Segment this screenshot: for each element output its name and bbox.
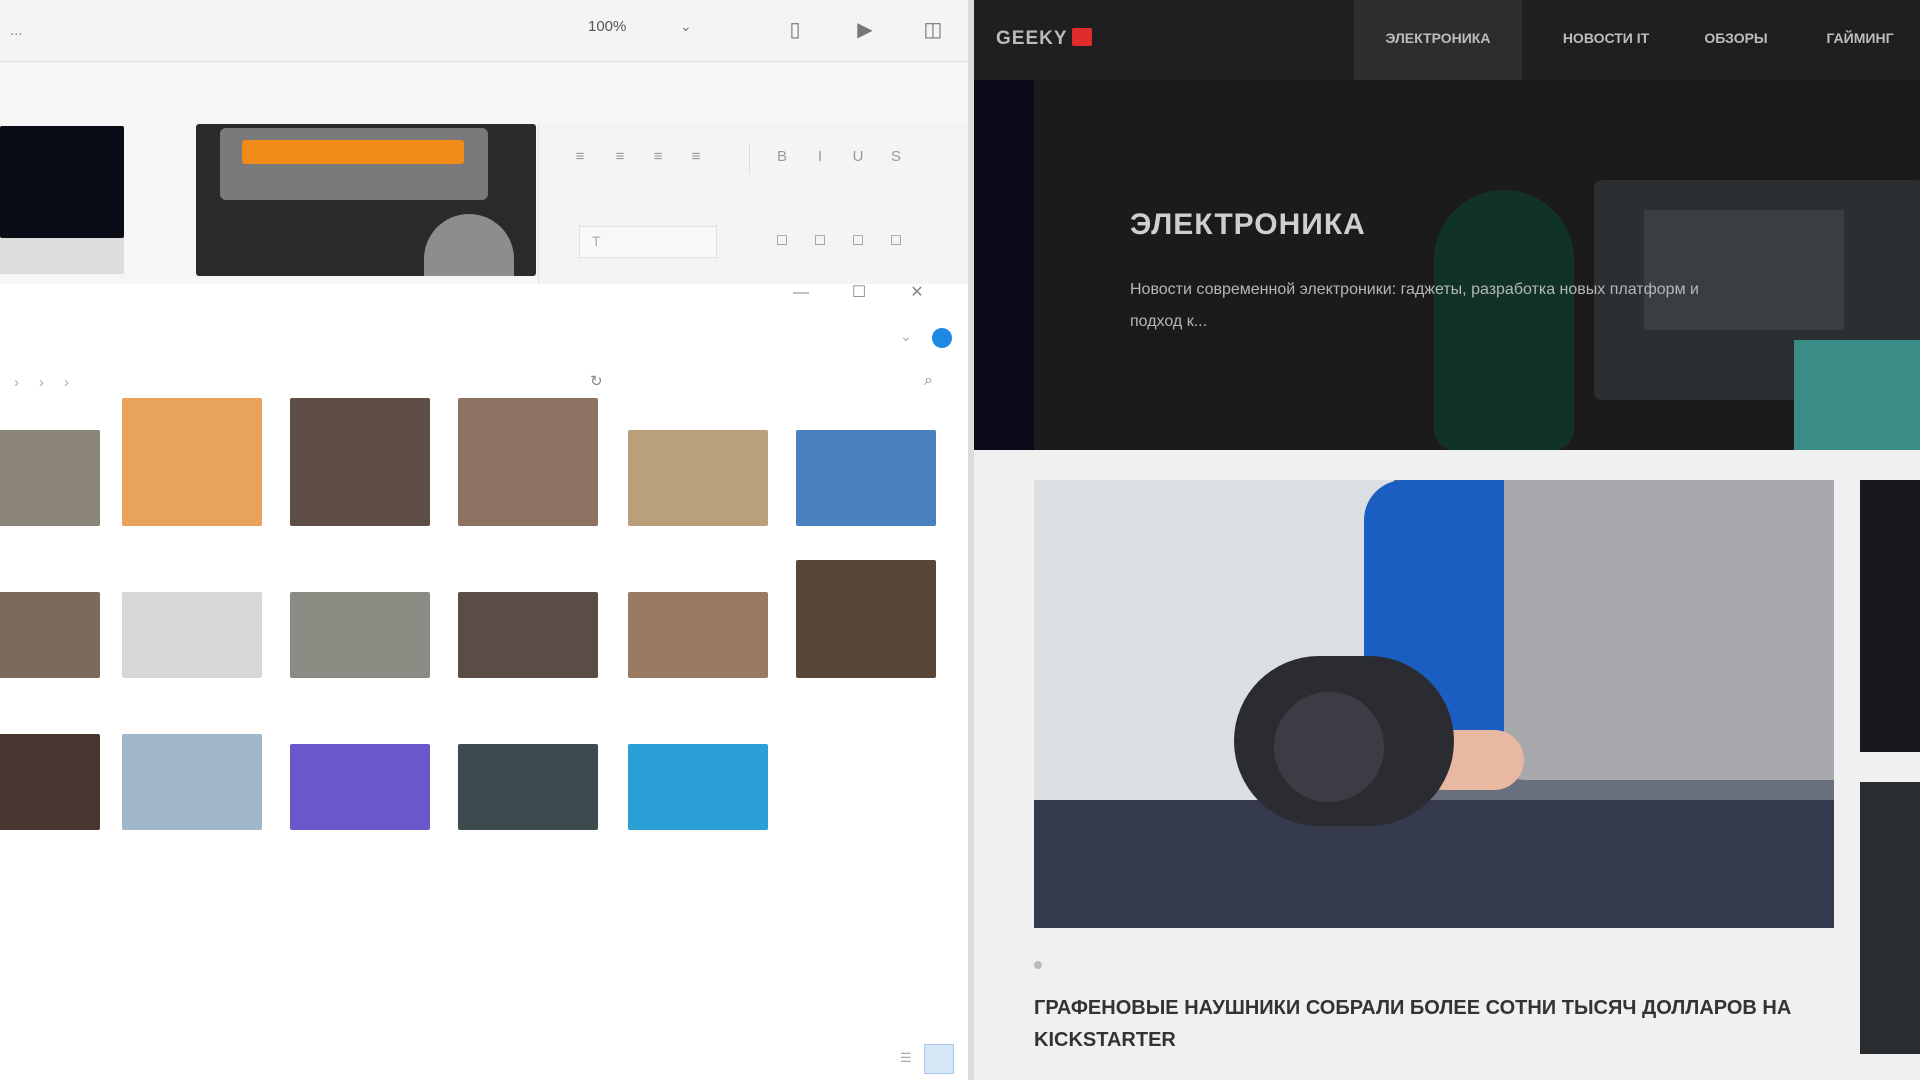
- chevron-right-icon: ›: [14, 374, 19, 391]
- photo-item[interactable]: [122, 710, 262, 860]
- strike-icon[interactable]: S: [885, 148, 907, 170]
- photo-thumbnail: [796, 430, 936, 526]
- photo-thumbnail: [458, 398, 598, 526]
- expand-ribbon-icon[interactable]: ⌄: [900, 328, 912, 345]
- editor-breadcrumb[interactable]: ...: [10, 22, 23, 39]
- photo-item[interactable]: [796, 558, 936, 708]
- photo-item[interactable]: [290, 710, 430, 860]
- help-icon[interactable]: [932, 328, 952, 348]
- details-view-icon[interactable]: ☰: [900, 1050, 912, 1066]
- side-article-image[interactable]: [1860, 782, 1920, 1054]
- photo-item[interactable]: [122, 558, 262, 708]
- photo-grid: [0, 398, 960, 866]
- article-title[interactable]: ГРАФЕНОВЫЕ НАУШНИКИ СОБРАЛИ БОЛЕЕ СОТНИ …: [1034, 992, 1834, 1056]
- editor-canvas: ≡ ≡ ≡ ≡ B I U S ◻ ◻ ◻ ◻: [0, 62, 968, 346]
- photo-item[interactable]: [0, 710, 100, 860]
- align-justify-icon[interactable]: ≡: [685, 148, 707, 170]
- maximize-button[interactable]: ☐: [830, 282, 888, 302]
- chevron-right-icon: ›: [39, 374, 44, 391]
- address-bar[interactable]: › › ›: [0, 368, 650, 398]
- align-center-icon[interactable]: ≡: [609, 148, 631, 170]
- browser-window: GEEKY ЭЛЕКТРОНИКА НОВОСТИ IT ОБЗОРЫ ГАЙМ…: [974, 0, 1920, 1080]
- arrange-3-icon[interactable]: ◻: [847, 230, 869, 252]
- nav-it-news[interactable]: НОВОСТИ IT: [1536, 0, 1676, 80]
- close-button[interactable]: ✕: [888, 282, 946, 302]
- arrange-2-icon[interactable]: ◻: [809, 230, 831, 252]
- editor-window: ... 100% ⌄ ▯ ▶ ◫ ≡ ≡ ≡ ≡ B I U S T ◻ ◻ ◻…: [0, 0, 968, 1080]
- photo-item[interactable]: [796, 406, 936, 556]
- play-icon[interactable]: ▶: [852, 16, 878, 42]
- photo-thumbnail: [628, 744, 768, 830]
- photo-thumbnail: [458, 744, 598, 830]
- photo-item[interactable]: [122, 398, 262, 556]
- refresh-icon[interactable]: ↻: [590, 372, 603, 390]
- minimize-button[interactable]: —: [772, 284, 830, 302]
- photo-thumbnail: [0, 592, 100, 678]
- photo-thumbnail: [0, 734, 100, 830]
- underline-icon[interactable]: U: [847, 148, 869, 170]
- font-select[interactable]: [579, 226, 717, 258]
- align-left-icon[interactable]: ≡: [569, 148, 591, 170]
- thumbnail-view-icon[interactable]: [924, 1044, 954, 1074]
- photo-item[interactable]: [458, 710, 598, 860]
- editor-toolbar: ... 100% ⌄ ▯ ▶ ◫: [0, 0, 968, 62]
- slide-thumbnail[interactable]: [0, 126, 124, 274]
- photo-item[interactable]: [628, 710, 768, 860]
- nav-gaming[interactable]: ГАЙМИНГ: [1800, 0, 1920, 80]
- photo-item[interactable]: [290, 558, 430, 708]
- photo-thumbnail: [628, 430, 768, 526]
- nav-electronics[interactable]: ЭЛЕКТРОНИКА: [1354, 0, 1522, 80]
- chevron-right-icon: ›: [64, 374, 69, 391]
- photo-thumbnail: [290, 398, 430, 526]
- logo-mark-icon: [1071, 28, 1092, 46]
- photo-thumbnail: [290, 744, 430, 830]
- window-controls: — ☐ ✕: [772, 282, 946, 312]
- arrange-4-icon[interactable]: ◻: [885, 230, 907, 252]
- headphones-image: [1234, 656, 1454, 826]
- photo-thumbnail: [122, 592, 262, 678]
- photo-item[interactable]: [0, 406, 100, 556]
- photo-thumbnail: [122, 734, 262, 830]
- article-image[interactable]: [1034, 480, 1834, 928]
- photo-item[interactable]: [458, 558, 598, 708]
- divider: [749, 144, 750, 174]
- photo-thumbnail: [628, 592, 768, 678]
- side-article-image[interactable]: [1860, 480, 1920, 752]
- desktop: ... 100% ⌄ ▯ ▶ ◫ ≡ ≡ ≡ ≡ B I U S T ◻ ◻ ◻…: [0, 0, 1920, 1080]
- photo-thumbnail: [796, 560, 936, 678]
- category-description: Новости современной электроники: гаджеты…: [1130, 281, 1699, 330]
- align-right-icon[interactable]: ≡: [647, 148, 669, 170]
- search-icon[interactable]: ⌕: [924, 372, 933, 390]
- photo-item[interactable]: [628, 406, 768, 556]
- device-icon[interactable]: ▯: [782, 16, 808, 42]
- category-title: ЭЛЕКТРОНИКА: [1130, 208, 1366, 241]
- arrange-1-icon[interactable]: ◻: [771, 230, 793, 252]
- site-nav: GEEKY ЭЛЕКТРОНИКА НОВОСТИ IT ОБЗОРЫ ГАЙМ…: [974, 0, 1920, 80]
- photo-thumbnail: [458, 592, 598, 678]
- photo-item[interactable]: [458, 398, 598, 556]
- photo-thumbnail: [0, 430, 100, 526]
- photo-item[interactable]: [290, 398, 430, 556]
- nav-reviews[interactable]: ОБЗОРЫ: [1684, 0, 1788, 80]
- category-hero: ЭЛЕКТРОНИКА Новости современной электрон…: [974, 80, 1920, 450]
- photo-item[interactable]: [0, 558, 100, 708]
- photo-thumbnail: [290, 592, 430, 678]
- italic-icon[interactable]: I: [809, 148, 831, 170]
- bold-icon[interactable]: B: [771, 148, 793, 170]
- mug-image: [424, 214, 514, 276]
- file-explorer: — ☐ ✕ ⌄ › › › ↻ ⌕ ☰: [0, 284, 968, 1080]
- site-logo[interactable]: GEEKY: [996, 28, 1092, 50]
- photo-item[interactable]: [628, 558, 768, 708]
- zoom-level[interactable]: 100%: [588, 18, 626, 35]
- device-image: [220, 128, 488, 200]
- category-icon: [1034, 961, 1042, 969]
- article-meta: [1034, 958, 1078, 972]
- camera-icon[interactable]: ◫: [920, 16, 946, 42]
- chevron-down-icon[interactable]: ⌄: [680, 18, 692, 35]
- photo-thumbnail: [122, 398, 262, 526]
- slide-preview[interactable]: [196, 124, 536, 276]
- search-input[interactable]: [654, 368, 946, 398]
